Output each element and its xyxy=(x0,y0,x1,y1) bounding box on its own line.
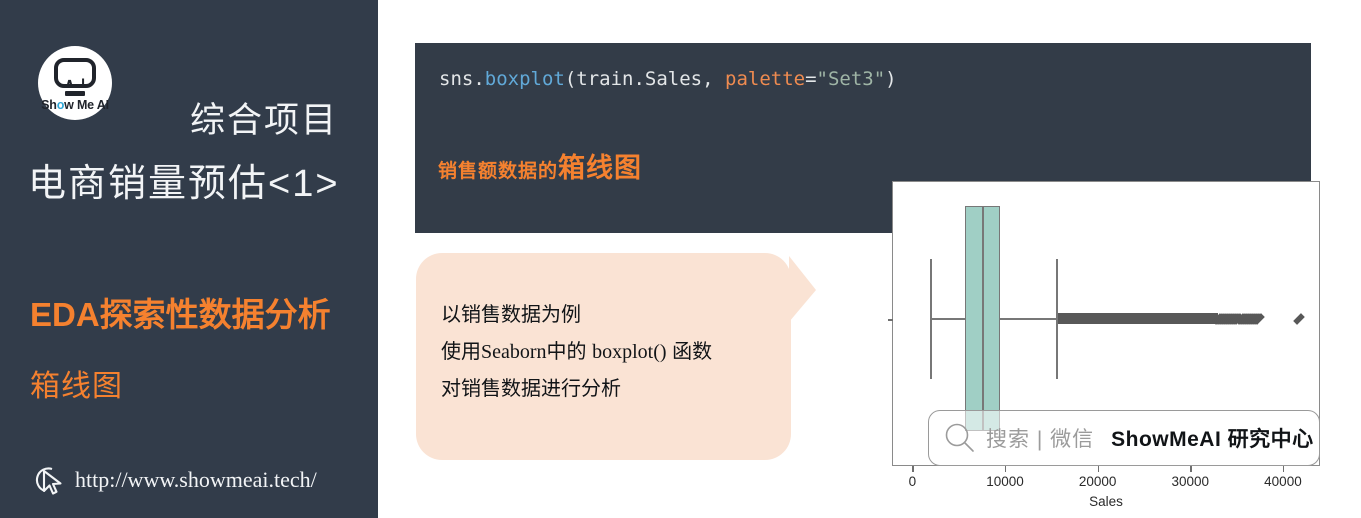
x-axis-tick-label: 20000 xyxy=(1078,474,1117,489)
code-line: sns.boxplot(train.Sales, palette="Set3") xyxy=(439,68,897,90)
code-token-module: sns. xyxy=(439,68,485,90)
x-axis-tick xyxy=(1097,466,1100,472)
boxplot-whisker-high xyxy=(1000,317,1056,320)
boxplot-cap-low xyxy=(929,258,932,379)
boxplot-median xyxy=(981,206,984,431)
x-axis-tick xyxy=(1190,466,1192,472)
left-title-panel: ∧ I Show Me AI 综合项目 电商销量预估<1> EDA探索性数据分析… xyxy=(0,0,378,518)
code-caption: 销售额数据的箱线图 xyxy=(438,146,642,185)
code-caption-small: 销售额数据的 xyxy=(438,161,559,182)
robot-mouth-icon xyxy=(65,91,85,96)
x-axis-tick-label: 0 xyxy=(908,474,917,489)
section-title: EDA探索性数据分析 xyxy=(30,296,331,333)
code-caption-big: 箱线图 xyxy=(558,153,643,183)
watermark-brand-text: ShowMeAI 研究中心 xyxy=(1111,428,1314,451)
bubble-line-1: 以销售数据为例 xyxy=(441,304,581,326)
search-icon xyxy=(945,423,974,452)
title-line-2: 电商销量预估<1> xyxy=(28,163,340,205)
speech-bubble-tail xyxy=(789,256,816,322)
x-axis-tick xyxy=(1005,466,1007,472)
cursor-pointer-icon xyxy=(35,467,62,495)
speech-bubble-text: 以销售数据为例 使用Seaborn中的 boxplot() 函数 对销售数据进行… xyxy=(441,297,712,408)
code-token-string: "Set3" xyxy=(816,68,886,90)
logo-wordmark-pre: Sh xyxy=(41,98,57,112)
footer-url-block[interactable]: http://www.showmeai.tech/ xyxy=(35,464,317,496)
x-axis-tick xyxy=(912,466,914,472)
bubble-line-2-pre: 使用 xyxy=(441,341,481,363)
bubble-line-2-post: 中的 xyxy=(546,341,593,363)
code-token-equals: = xyxy=(805,68,817,90)
y-axis-tick xyxy=(888,319,893,321)
code-token-function: boxplot xyxy=(484,68,565,90)
x-axis-tick xyxy=(1282,466,1285,472)
footer-url-text: http://www.showmeai.tech/ xyxy=(75,467,317,492)
boxplot-outlier-band xyxy=(1057,313,1219,324)
code-token-args: (train.Sales, xyxy=(564,68,725,90)
boxplot-whisker-low xyxy=(929,317,966,320)
code-token-close-paren: ) xyxy=(885,68,897,90)
bubble-line-2-end: 函数 xyxy=(666,341,713,363)
title-line-1: 综合项目 xyxy=(190,101,339,140)
showmeai-logo: ∧ I Show Me AI xyxy=(38,46,112,120)
code-token-kwarg: palette xyxy=(725,68,806,90)
x-axis-tick-label: 10000 xyxy=(986,474,1024,489)
subsection-title: 箱线图 xyxy=(30,370,123,403)
watermark-search-text: 搜索 | 微信 xyxy=(986,428,1095,451)
x-axis-tick-label: 30000 xyxy=(1171,474,1210,489)
bubble-line-2: 使用Seaborn中的 boxplot() 函数 xyxy=(441,334,712,371)
bubble-line-3: 对销售数据进行分析 xyxy=(441,378,621,400)
bubble-line-2-lib: Seaborn xyxy=(481,341,547,363)
x-axis-tick-label: 40000 xyxy=(1264,474,1302,489)
slide-root: ∧ I Show Me AI 综合项目 电商销量预估<1> EDA探索性数据分析… xyxy=(0,0,1361,518)
bubble-line-2-fn: boxplot() xyxy=(592,341,667,363)
logo-wordmark-post: w Me AI xyxy=(64,98,109,112)
wechat-search-watermark: 搜索 | 微信 ShowMeAI 研究中心 xyxy=(928,410,1320,466)
logo-wordmark: Show Me AI xyxy=(38,98,112,112)
x-axis-title: Sales xyxy=(1089,494,1123,509)
